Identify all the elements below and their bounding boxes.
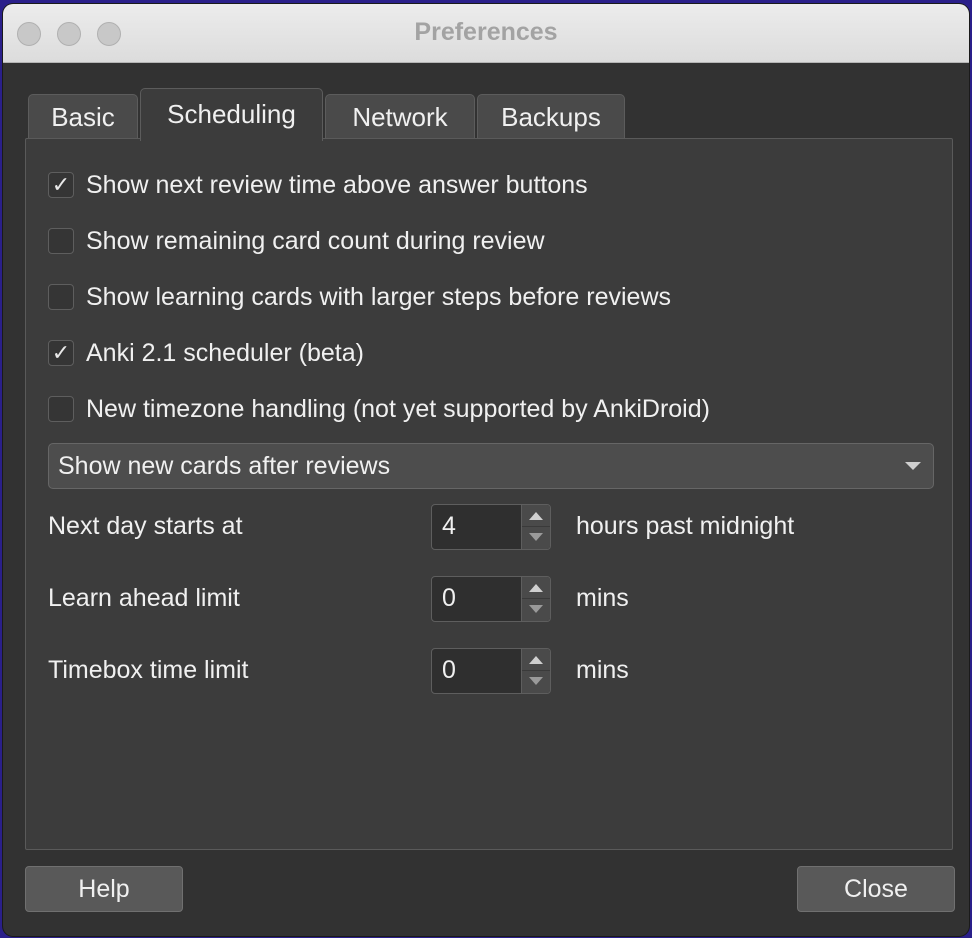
tab-basic[interactable]: Basic bbox=[28, 94, 138, 140]
arrow-up-icon bbox=[529, 656, 543, 664]
learn-ahead-limit-label: Learn ahead limit bbox=[48, 584, 240, 612]
window-title: Preferences bbox=[414, 18, 558, 46]
increment-button[interactable] bbox=[522, 649, 550, 671]
spinbox-value[interactable]: 0 bbox=[442, 584, 456, 613]
show-remaining-count-option[interactable]: Show remaining card count during review bbox=[48, 226, 545, 256]
checkbox-label: Anki 2.1 scheduler (beta) bbox=[86, 338, 364, 367]
preferences-window: Preferences Basic Scheduling Network Bac… bbox=[3, 4, 969, 936]
timebox-time-limit-spinbox[interactable]: 0 bbox=[431, 648, 551, 694]
spinbox-buttons bbox=[521, 649, 550, 693]
decrement-button[interactable] bbox=[522, 527, 550, 549]
scheduling-panel: ✓ Show next review time above answer but… bbox=[25, 138, 953, 850]
next-day-starts-unit: hours past midnight bbox=[576, 512, 795, 540]
tab-scheduling[interactable]: Scheduling bbox=[140, 88, 323, 141]
spinbox-buttons bbox=[521, 505, 550, 549]
new-timezone-option[interactable]: New timezone handling (not yet supported… bbox=[48, 394, 710, 424]
arrow-up-icon bbox=[529, 512, 543, 520]
arrow-down-icon bbox=[529, 677, 543, 685]
checkmark-icon: ✓ bbox=[51, 340, 71, 365]
checkbox-unchecked[interactable] bbox=[48, 396, 74, 422]
checkbox-unchecked[interactable] bbox=[48, 284, 74, 310]
arrow-up-icon bbox=[529, 584, 543, 592]
checkbox-checked[interactable]: ✓ bbox=[48, 340, 74, 366]
checkbox-unchecked[interactable] bbox=[48, 228, 74, 254]
spinbox-buttons bbox=[521, 577, 550, 621]
spinbox-value[interactable]: 0 bbox=[442, 656, 456, 685]
arrow-down-icon bbox=[529, 605, 543, 613]
arrow-down-icon bbox=[529, 533, 543, 541]
timebox-time-limit-label: Timebox time limit bbox=[48, 656, 249, 684]
decrement-button[interactable] bbox=[522, 599, 550, 621]
learn-ahead-limit-spinbox[interactable]: 0 bbox=[431, 576, 551, 622]
tab-backups[interactable]: Backups bbox=[477, 94, 625, 140]
checkmark-icon: ✓ bbox=[51, 172, 71, 197]
checkbox-label: New timezone handling (not yet supported… bbox=[86, 394, 710, 423]
help-button[interactable]: Help bbox=[25, 866, 183, 912]
title-bar: Preferences bbox=[3, 4, 969, 63]
v2-scheduler-option[interactable]: ✓ Anki 2.1 scheduler (beta) bbox=[48, 338, 364, 368]
checkbox-label: Show remaining card count during review bbox=[86, 226, 545, 255]
show-next-review-time-option[interactable]: ✓ Show next review time above answer but… bbox=[48, 170, 588, 200]
checkbox-label: Show next review time above answer butto… bbox=[86, 170, 588, 199]
tab-network[interactable]: Network bbox=[325, 94, 475, 140]
increment-button[interactable] bbox=[522, 577, 550, 599]
checkbox-checked[interactable]: ✓ bbox=[48, 172, 74, 198]
learn-ahead-limit-unit: mins bbox=[576, 584, 629, 612]
chevron-down-icon bbox=[905, 462, 921, 470]
next-day-starts-label: Next day starts at bbox=[48, 512, 243, 540]
timebox-time-limit-unit: mins bbox=[576, 656, 629, 684]
increment-button[interactable] bbox=[522, 505, 550, 527]
decrement-button[interactable] bbox=[522, 671, 550, 693]
show-learning-cards-option[interactable]: Show learning cards with larger steps be… bbox=[48, 282, 671, 312]
next-day-starts-spinbox[interactable]: 4 bbox=[431, 504, 551, 550]
select-value: Show new cards after reviews bbox=[58, 452, 391, 480]
new-cards-order-select[interactable]: Show new cards after reviews bbox=[48, 443, 934, 489]
spinbox-value[interactable]: 4 bbox=[442, 512, 456, 541]
checkbox-label: Show learning cards with larger steps be… bbox=[86, 282, 671, 311]
close-button[interactable]: Close bbox=[797, 866, 955, 912]
